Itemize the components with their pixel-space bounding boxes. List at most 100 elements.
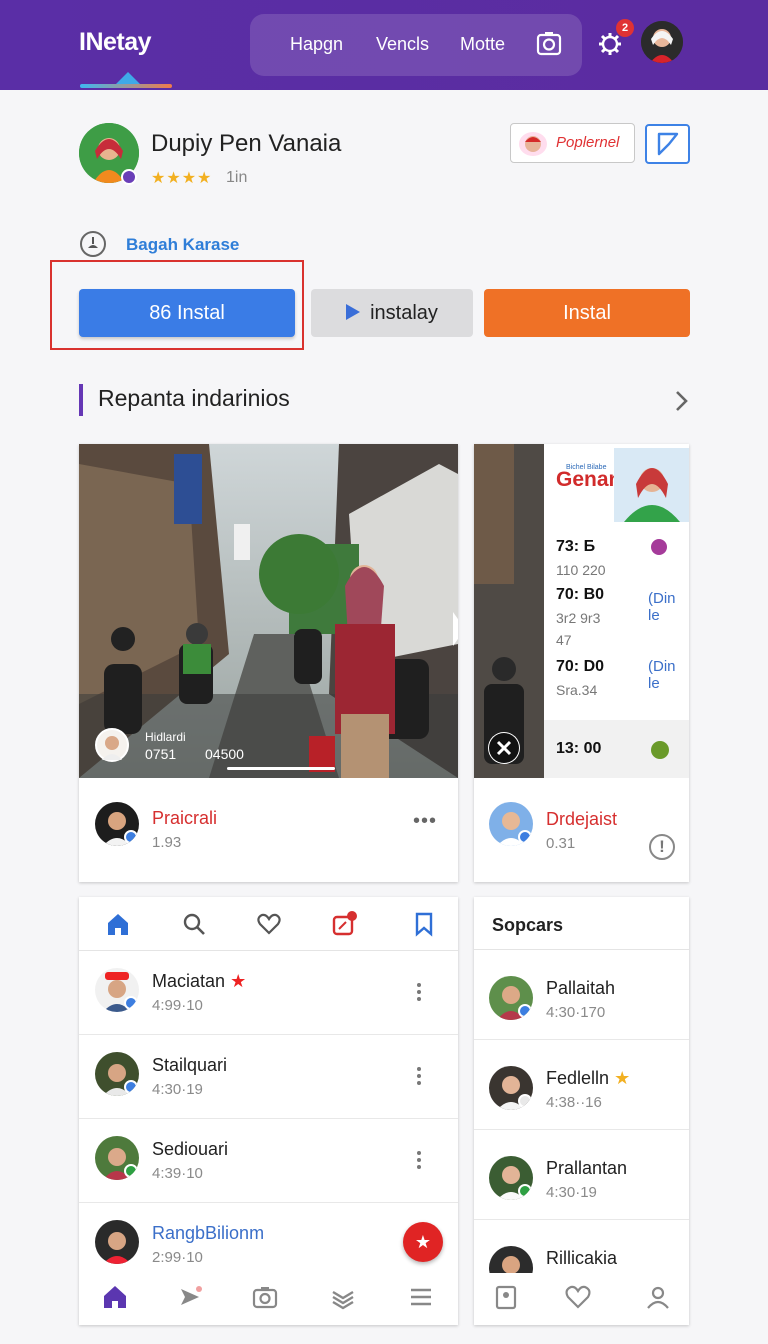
sponsor-item[interactable]: Pallaitah 4:30·170 bbox=[474, 950, 689, 1040]
stats-card[interactable]: Bichel Bilabe Genani 73: Б 110 220 70: B… bbox=[474, 444, 689, 882]
camera-icon[interactable] bbox=[536, 30, 562, 58]
activity-list-card: Maciatan ★ 4:99·10 Stailquari 4:30·19 Se… bbox=[79, 897, 458, 1325]
photo-caption-title: Hidlardi bbox=[145, 730, 186, 744]
rating-count: 1in bbox=[226, 169, 248, 186]
chevron-right-icon[interactable] bbox=[672, 388, 690, 414]
notification-badge: 2 bbox=[616, 19, 634, 37]
row-avatar bbox=[95, 1136, 139, 1180]
profile-name: Dupiy Pen Vanaia bbox=[151, 130, 342, 157]
carousel-next-icon[interactable] bbox=[453, 612, 458, 646]
messages-icon[interactable] bbox=[331, 911, 357, 937]
nav-item-motte[interactable]: Motte bbox=[460, 34, 505, 55]
row-name: Maciatan ★ bbox=[152, 971, 247, 991]
install-orange-button[interactable]: Instal bbox=[484, 289, 690, 337]
menu-icon[interactable] bbox=[407, 1283, 435, 1311]
row-avatar bbox=[95, 968, 139, 1012]
layers-icon[interactable] bbox=[329, 1283, 357, 1311]
sponsor-item[interactable]: Fedlelln ★ 4:38··16 bbox=[474, 1040, 689, 1130]
stat-1-sub: 110 220 bbox=[556, 562, 606, 578]
author-name[interactable]: Praicrali bbox=[152, 808, 217, 829]
install-preview-label: instalay bbox=[370, 302, 438, 324]
brand-logo[interactable]: INetay bbox=[79, 28, 152, 57]
stat-1-value: 73: Б bbox=[556, 538, 596, 555]
row-avatar bbox=[95, 1220, 139, 1264]
row-time: 4:39·10 bbox=[152, 1165, 203, 1182]
nav-item-hapgn[interactable]: Hapgn bbox=[290, 34, 343, 55]
coin-icon bbox=[651, 741, 669, 759]
section-title: Repanta indarinios bbox=[98, 385, 290, 411]
sponsor-item[interactable]: Prallantan 4:30·19 bbox=[474, 1130, 689, 1220]
close-icon[interactable] bbox=[488, 732, 520, 764]
home-icon[interactable] bbox=[101, 1283, 129, 1311]
heart-icon[interactable] bbox=[564, 1283, 592, 1311]
heart-icon[interactable] bbox=[256, 911, 282, 937]
row-time: 2:99·10 bbox=[152, 1249, 203, 1266]
photo-caption-count: 0751 bbox=[145, 746, 177, 762]
stat-4-value: 13: 00 bbox=[556, 740, 602, 757]
follow-label: Poplernel bbox=[556, 134, 620, 151]
brand-underline bbox=[80, 84, 172, 88]
info-icon[interactable]: ! bbox=[649, 834, 675, 860]
play-icon bbox=[346, 304, 361, 321]
author-meta: 1.93 bbox=[152, 834, 182, 851]
search-icon[interactable] bbox=[181, 911, 207, 937]
install-primary-button[interactable]: 86 Instal bbox=[79, 289, 295, 337]
sponsor-time: 4:38··16 bbox=[546, 1094, 602, 1111]
author-avatar[interactable] bbox=[95, 802, 139, 846]
photo-avatar[interactable] bbox=[95, 728, 129, 762]
install-preview-button[interactable]: instalay bbox=[311, 289, 473, 337]
badge-icon bbox=[651, 539, 667, 555]
sponsor-name: Rillicakia bbox=[546, 1248, 618, 1268]
send-icon[interactable] bbox=[177, 1283, 205, 1311]
flag-icon bbox=[657, 132, 679, 156]
sponsor-avatar bbox=[489, 1156, 533, 1200]
photo-progress-bar bbox=[227, 767, 335, 770]
stat-3-value: 70: D0 bbox=[556, 658, 605, 675]
sponsor-name: Fedlelln ★ bbox=[546, 1068, 631, 1088]
kebab-menu-icon[interactable] bbox=[417, 983, 421, 1001]
location-label[interactable]: Bagah Karase bbox=[126, 235, 239, 255]
stat-3-link[interactable]: (Din le bbox=[648, 658, 689, 692]
follow-avatar-icon bbox=[519, 132, 547, 156]
star-icon: ★ bbox=[614, 1068, 631, 1088]
map-pin-icon[interactable] bbox=[492, 1283, 520, 1311]
top-bar: INetay Hapgn Vencls Motte 2 bbox=[0, 0, 768, 90]
camera-icon[interactable] bbox=[251, 1283, 279, 1311]
more-options-icon[interactable]: ••• bbox=[413, 810, 437, 833]
side-bottom-nav bbox=[474, 1273, 689, 1325]
share-button[interactable] bbox=[645, 124, 690, 164]
row-time: 4:30·19 bbox=[152, 1081, 203, 1098]
stat-3-sub: Sra.34 bbox=[556, 682, 598, 698]
nav-item-vencls[interactable]: Vencls bbox=[376, 34, 429, 55]
sponsor-name: Prallantan bbox=[546, 1158, 628, 1178]
stats-header: Bichel Bilabe Genani bbox=[544, 444, 689, 522]
location-icon bbox=[80, 231, 106, 257]
stats-header-image bbox=[614, 448, 689, 522]
list-item[interactable]: RangbBilionm 2:99·10 bbox=[79, 1203, 458, 1273]
home-icon[interactable] bbox=[105, 911, 131, 937]
stats-author-avatar[interactable] bbox=[489, 802, 533, 846]
list-item[interactable]: Stailquari 4:30·19 bbox=[79, 1035, 458, 1119]
list-item[interactable]: Maciatan ★ 4:99·10 bbox=[79, 951, 458, 1035]
bottom-nav bbox=[79, 1273, 458, 1325]
stat-2-link[interactable]: (Din le bbox=[648, 590, 689, 624]
photo-caption-views: 04500 bbox=[205, 746, 244, 762]
bookmark-icon[interactable] bbox=[411, 911, 437, 937]
rating-stars: ★★★★ bbox=[151, 170, 213, 187]
list-item[interactable]: Sediouari 4:39·10 bbox=[79, 1119, 458, 1203]
stats-panel: Bichel Bilabe Genani 73: Б 110 220 70: B… bbox=[544, 444, 689, 778]
row-time: 4:99·10 bbox=[152, 997, 203, 1014]
profile-icon[interactable] bbox=[644, 1283, 672, 1311]
sponsor-avatar bbox=[489, 976, 533, 1020]
star-icon: ★ bbox=[230, 971, 247, 991]
feature-card[interactable]: Hidlardi 0751 04500 Praicrali 1.93 ••• bbox=[79, 444, 458, 882]
stats-author-name[interactable]: Drdejaist bbox=[546, 809, 617, 830]
user-avatar[interactable] bbox=[641, 21, 683, 63]
favorite-fab-button[interactable]: ★ bbox=[403, 1222, 443, 1262]
feature-photo[interactable]: Hidlardi 0751 04500 bbox=[79, 444, 458, 778]
kebab-menu-icon[interactable] bbox=[417, 1151, 421, 1169]
stat-2-extra: 47 bbox=[556, 632, 572, 648]
stats-author-meta: 0.31 bbox=[546, 835, 576, 852]
kebab-menu-icon[interactable] bbox=[417, 1067, 421, 1085]
follow-button[interactable]: Poplernel bbox=[510, 123, 635, 163]
